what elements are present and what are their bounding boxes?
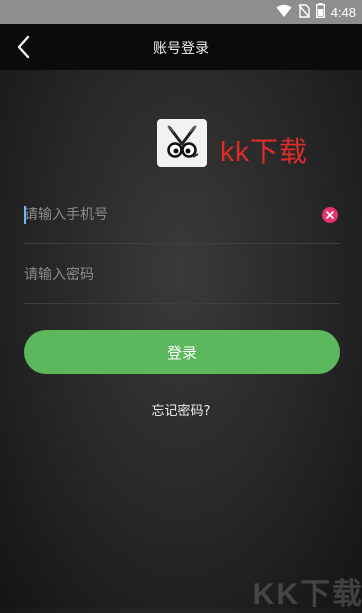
password-field	[24, 247, 340, 304]
app-logo	[157, 119, 207, 167]
status-bar: 4:48	[0, 0, 362, 24]
phone-input[interactable]	[24, 187, 304, 243]
no-sim-icon	[298, 3, 310, 22]
login-button[interactable]: 登录	[24, 330, 340, 374]
phone-field	[24, 187, 340, 244]
clear-button[interactable]	[322, 207, 338, 223]
page-title: 账号登录	[153, 41, 209, 57]
forgot-password-link[interactable]: 忘记密码?	[0, 400, 362, 419]
nav-bar: 账号登录	[0, 24, 362, 70]
app-logo-icon	[167, 125, 199, 158]
status-icons: 4:48	[276, 2, 356, 22]
brand-watermark: kk下载	[220, 136, 309, 167]
corner-watermark: KK下载	[252, 578, 362, 611]
wifi-icon	[276, 3, 292, 22]
close-icon	[326, 211, 334, 219]
battery-icon	[315, 2, 325, 22]
password-input[interactable]	[24, 247, 304, 303]
status-time: 4:48	[330, 4, 356, 20]
